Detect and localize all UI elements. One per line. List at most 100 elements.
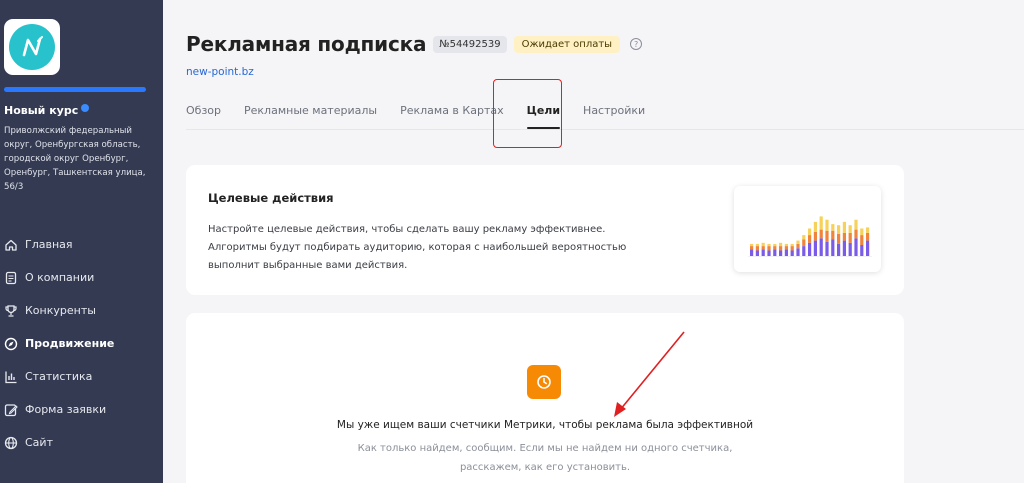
chart-bar-segment [813, 240, 817, 256]
chart-bar-segment [808, 235, 812, 243]
sidebar-item-home[interactable]: Главная [4, 228, 159, 261]
sidebar-item-promotion[interactable]: Продвижение [4, 327, 159, 360]
chart-bar-segment [842, 221, 846, 233]
sidebar-item-request-form[interactable]: Форма заявки [4, 393, 159, 426]
sidebar-item-statistics[interactable]: Статистика [4, 360, 159, 393]
chart-bar-segment [790, 250, 794, 256]
subscription-id-badge: №54492539 [433, 35, 507, 53]
chart-bar-segment [831, 224, 835, 231]
chart-bar-segment [866, 227, 870, 233]
chart-bar-segment [848, 232, 852, 243]
sidebar-item-label: Форма заявки [25, 403, 107, 416]
globe-icon [4, 436, 18, 450]
tab-settings[interactable]: Настройки [583, 96, 645, 130]
chart-bar-segment [813, 231, 817, 241]
title-row: Рекламная подписка №54492539 Ожидает опл… [186, 32, 643, 56]
chart-bar-segment [860, 245, 864, 256]
logo-n-icon [22, 36, 43, 57]
chart-bar-segment [773, 249, 777, 256]
sidebar-item-label: Главная [25, 238, 73, 251]
clock-icon [527, 365, 561, 399]
chart-bar-segment [796, 248, 800, 256]
chart-bar-segment [825, 219, 829, 231]
chart-bar-segment [779, 242, 783, 247]
trophy-icon [4, 304, 18, 318]
chart-bar-segment [755, 243, 759, 247]
chart-bar-segment [808, 242, 812, 256]
chart-bar-segment [802, 235, 806, 240]
org-name[interactable]: Новый курс [4, 103, 90, 117]
bar-chart-icon [4, 370, 18, 384]
chart-bar-segment [750, 243, 754, 247]
page-title: Рекламная подписка [186, 32, 427, 56]
chart-bar-segment [854, 219, 858, 230]
chart-bar-segment [802, 246, 806, 256]
chart-bar-segment [854, 229, 858, 239]
chart-bar-segment [825, 241, 829, 256]
logo-mark [9, 24, 55, 70]
chart-bar-segment [790, 246, 794, 251]
chart-bar-segment [750, 246, 754, 250]
chart-bar-segment [773, 243, 777, 247]
org-address: Приволжский федеральный округ, Оренбургс… [4, 126, 146, 192]
chart-bar-segment [860, 235, 864, 245]
chart-bar-segment [767, 250, 771, 256]
chart-bar-segment [790, 243, 794, 247]
sidebar-item-label: Продвижение [25, 337, 115, 350]
compass-icon [4, 337, 18, 351]
chart-bar-segment [767, 243, 771, 247]
chart-bar-segment [761, 242, 765, 247]
help-icon[interactable]: ? [630, 38, 643, 50]
chart-bar-segment [819, 229, 823, 239]
chart-bar-segment [866, 240, 870, 256]
chart-bar-segment [761, 249, 765, 256]
chart-bar-segment [860, 228, 864, 236]
sidebar-item-competitors[interactable]: Конкуренты [4, 294, 159, 327]
chart-bar-segment [784, 249, 788, 256]
sidebar-nav: Главная О компании Конкуренты Продвижени… [4, 228, 159, 459]
chart-bar-segment [784, 246, 788, 250]
org-name-text: Новый курс [4, 104, 79, 117]
chart-bar-segment [866, 232, 870, 241]
chart-bar-segment [784, 243, 788, 247]
chart-bar-segment [848, 225, 852, 233]
chart-bar-segment [767, 246, 771, 251]
tab-ad-materials[interactable]: Рекламные материалы [244, 96, 377, 130]
verified-icon [81, 103, 90, 112]
annotation-highlight-box [493, 79, 562, 148]
chart-bar-segment [796, 243, 800, 249]
chart-bar-segment [837, 234, 841, 244]
sidebar-item-label: Конкуренты [25, 304, 96, 317]
sidebar-item-site[interactable]: Сайт [4, 426, 159, 459]
goal-actions-card: Целевые действия Настройте целевые дейст… [186, 165, 904, 295]
chart-bar-segment [848, 242, 852, 256]
chart-bar-segment [831, 230, 835, 240]
org-logo[interactable] [4, 19, 60, 75]
main-content: Рекламная подписка №54492539 Ожидает опл… [163, 0, 1024, 483]
edit-form-icon [4, 403, 18, 417]
sidebar-item-label: Статистика [25, 370, 93, 383]
chart-bar-segment [842, 232, 846, 241]
tab-overview[interactable]: Обзор [186, 96, 221, 130]
chart-bar-segment [819, 216, 823, 230]
chart-bar-segment [761, 246, 765, 250]
chart-bar-segment [837, 243, 841, 256]
chart-bar-segment [854, 238, 858, 256]
chart-bar-segment [779, 250, 783, 256]
chart-bar-segment [755, 246, 759, 251]
metrika-search-card: Мы уже ищем ваши счетчики Метрики, чтобы… [186, 313, 904, 483]
tab-maps-ads[interactable]: Реклама в Картах [400, 96, 504, 130]
site-link[interactable]: new-point.bz [186, 66, 254, 78]
mini-bar-chart-illustration [748, 216, 872, 257]
chart-bar-segment [750, 249, 754, 256]
chart-bar-segment [773, 246, 777, 250]
profile-progress-bar [4, 87, 146, 92]
chart-bar-segment [831, 239, 835, 256]
tabs: Обзор Рекламные материалы Реклама в Карт… [186, 96, 668, 130]
sidebar-item-company[interactable]: О компании [4, 261, 159, 294]
goal-illustration-chart [734, 186, 881, 272]
status-badge: Ожидает оплаты [513, 35, 621, 53]
sidebar-item-label: О компании [25, 271, 95, 284]
chart-bar-segment [779, 246, 783, 251]
chart-bar-segment [837, 225, 841, 234]
